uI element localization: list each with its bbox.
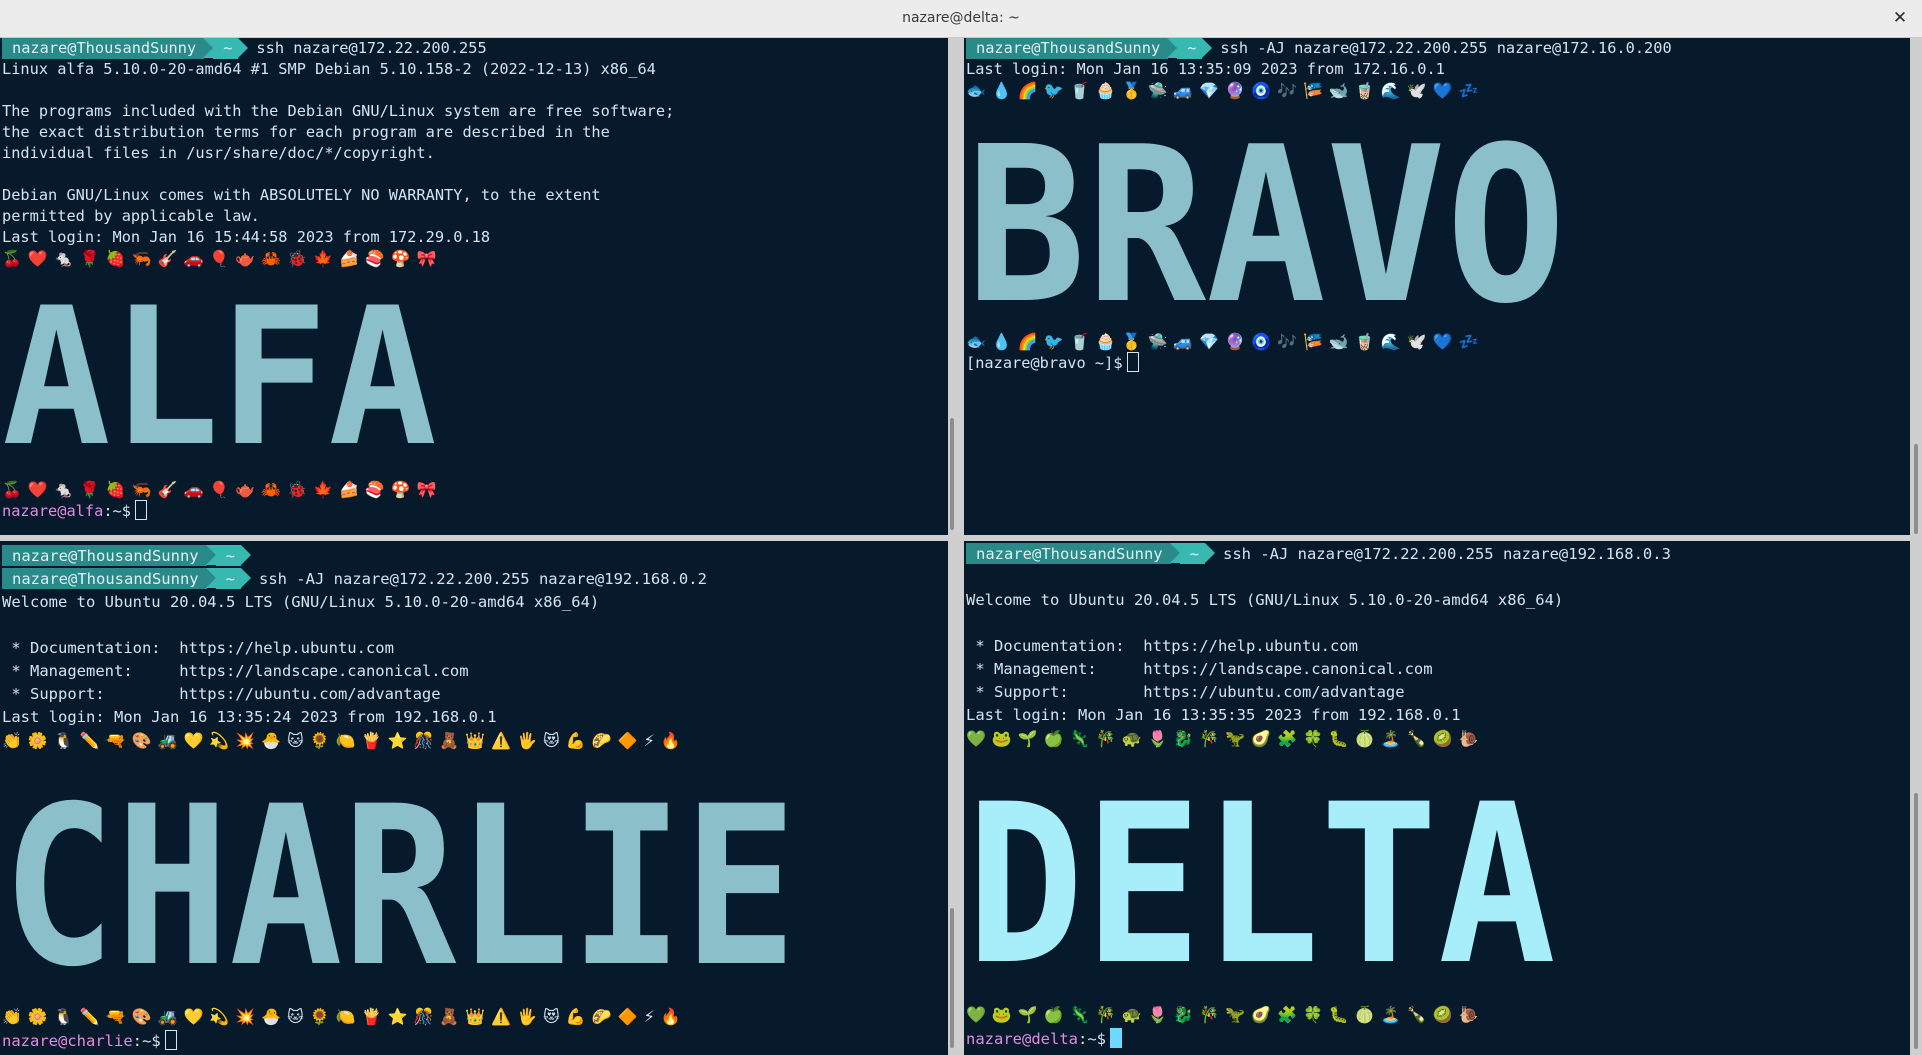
output-line: * Support: https://ubuntu.com/advantage xyxy=(2,685,441,703)
scrollbar-right[interactable] xyxy=(1910,38,1922,1055)
shell-prompt: nazare@charlie:~$ xyxy=(2,1030,948,1053)
prompt-dir-segment: ~ xyxy=(1177,38,1203,59)
banner-text: CHARLIE xyxy=(2,759,797,998)
window-title: nazare@delta: ~ xyxy=(902,10,1020,26)
cursor xyxy=(164,1030,177,1050)
output-line: * Documentation: https://help.ubuntu.com xyxy=(966,637,1358,655)
command-text: ssh -AJ nazare@172.22.200.255 nazare@192… xyxy=(1222,545,1671,563)
prompt-dir-segment: ~ xyxy=(215,545,241,566)
prompt-user-segment: nazare@ThousandSunny xyxy=(966,543,1171,564)
shell-prompt-text: [nazare@bravo ~]$ xyxy=(966,354,1123,372)
prompt-line: nazare@ThousandSunny ~ ssh nazare@172.22.2… xyxy=(2,38,948,59)
emoji-row: 🍒❤️🐁🌹🍓🦐🎸🚗🎈🫖🦀🐞🍁🍰🍣🍄🎀 xyxy=(2,480,443,499)
prompt-user-segment: nazare@ThousandSunny xyxy=(2,38,205,59)
banner-text: ALFA xyxy=(2,273,437,473)
powerline-arrow-icon xyxy=(203,38,214,58)
banner-text: BRAVO xyxy=(966,105,1566,325)
output-line: Last login: Mon Jan 16 13:35:35 2023 fro… xyxy=(966,706,1461,724)
emoji-row: 👏🌼🐧✏️🔫🎨🚜💛💫💥🐣🐱🌻🍋🍟⭐🎊🧸👑⚠️🖐️😻💪🌮🔶⚡🔥 xyxy=(2,1007,687,1026)
output-line: Debian GNU/Linux comes with ABSOLUTELY N… xyxy=(2,186,601,204)
emoji-row: 🐟💧🌈🐦🥤🧁🥇🛸🚙💎🔮🧿🎶🎏🐋🧋🌊🕊️💙💤 xyxy=(966,81,1485,100)
prompt-line: nazare@ThousandSunny ~ ssh -AJ nazare@172.… xyxy=(2,568,948,591)
powerline-arrow-icon xyxy=(240,568,251,588)
prompt-line: nazare@ThousandSunny ~ ssh -AJ nazare@172.… xyxy=(966,543,1910,566)
emoji-row: 💚🐸🌱🍏🦎🎋🐢🌷🐉🎋🦖🥑🧩🍀🐛🍈🏝️🍾🥝🐌 xyxy=(966,1005,1485,1024)
shell-prompt-user: nazare@charlie xyxy=(2,1032,133,1050)
output-line: * Management: https://landscape.canonica… xyxy=(966,660,1433,678)
terminal-pane-alfa[interactable]: nazare@ThousandSunny ~ ssh nazare@172.22.2… xyxy=(0,38,948,535)
powerline-arrow-icon xyxy=(1202,38,1213,58)
pane-divider-vertical[interactable] xyxy=(948,38,964,1055)
output-line: * Documentation: https://help.ubuntu.com xyxy=(2,639,394,657)
prompt-dir-segment: ~ xyxy=(1179,543,1205,564)
output-line: individual files in /usr/share/doc/*/cop… xyxy=(2,144,435,162)
output-line: * Management: https://landscape.canonica… xyxy=(2,662,469,680)
cursor xyxy=(134,500,147,520)
powerline-arrow-icon xyxy=(1169,543,1180,563)
powerline-arrow-icon xyxy=(205,568,216,588)
scrollbar-thumb[interactable] xyxy=(950,908,954,1048)
shell-prompt-tail: :~$ xyxy=(1077,1030,1106,1048)
output-line: Welcome to Ubuntu 20.04.5 LTS (GNU/Linux… xyxy=(966,591,1564,609)
banner-art: ALFA xyxy=(2,267,437,488)
powerline-arrow-icon xyxy=(240,545,251,565)
prompt-line: nazare@ThousandSunny ~ xyxy=(2,545,948,568)
powerline-arrow-icon xyxy=(238,38,249,58)
output-line: Last login: Mon Jan 16 13:35:09 2023 fro… xyxy=(966,60,1445,78)
emoji-row: 👏🌼🐧✏️🔫🎨🚜💛💫💥🐣🐱🌻🍋🍟⭐🎊🧸👑⚠️🖐️😻💪🌮🔶⚡🔥 xyxy=(2,731,687,750)
output-line: Last login: Mon Jan 16 15:44:58 2023 fro… xyxy=(2,228,491,246)
shell-prompt-tail: :~$ xyxy=(103,502,131,520)
command-text: ssh nazare@172.22.200.255 xyxy=(256,39,487,57)
scrollbar-thumb[interactable] xyxy=(1914,793,1918,1049)
output-line: * Support: https://ubuntu.com/advantage xyxy=(966,683,1405,701)
output-line: Linux alfa 5.10.0-20-amd64 #1 SMP Debian… xyxy=(2,60,656,78)
shell-prompt: nazare@delta:~$ xyxy=(966,1028,1910,1051)
prompt-dir-segment: ~ xyxy=(213,38,239,59)
emoji-row: 🐟💧🌈🐦🥤🧁🥇🛸🚙💎🔮🧿🎶🎏🐋🧋🌊🕊️💙💤 xyxy=(966,332,1485,351)
shell-prompt-user: nazare@alfa xyxy=(2,502,104,520)
banner-text: DELTA xyxy=(966,757,1556,996)
prompt-user-segment: nazare@ThousandSunny xyxy=(2,568,207,589)
powerline-arrow-icon xyxy=(1204,543,1215,563)
prompt-user-segment: nazare@ThousandSunny xyxy=(966,38,1169,59)
banner-art: CHARLIE xyxy=(2,759,797,1015)
prompt-dir-segment: ~ xyxy=(215,568,241,589)
prompt-user-segment: nazare@ThousandSunny xyxy=(2,545,207,566)
output-line: permitted by applicable law. xyxy=(2,207,260,225)
banner-art: BRAVO xyxy=(966,100,1566,351)
scrollbar-thumb[interactable] xyxy=(950,418,954,530)
powerline-arrow-icon xyxy=(1167,38,1178,58)
powerline-arrow-icon xyxy=(205,545,216,565)
command-text: ssh -AJ nazare@172.22.200.255 nazare@192… xyxy=(258,570,707,588)
cursor xyxy=(1109,1028,1122,1048)
output-line: The programs included with the Debian GN… xyxy=(2,102,675,120)
shell-prompt: nazare@alfa:~$ xyxy=(2,500,948,521)
close-icon[interactable]: ✕ xyxy=(1888,6,1912,30)
command-text: ssh -AJ nazare@172.22.200.255 nazare@172… xyxy=(1220,39,1672,57)
emoji-row: 💚🐸🌱🍏🦎🎋🐢🌷🐉🎋🦖🥑🧩🍀🐛🍈🏝️🍾🥝🐌 xyxy=(966,729,1485,748)
prompt-line: nazare@ThousandSunny ~ ssh -AJ nazare@172.… xyxy=(966,38,1910,59)
terminal-pane-delta[interactable]: nazare@ThousandSunny ~ ssh -AJ nazare@172.… xyxy=(964,541,1910,1055)
terminal-pane-charlie[interactable]: nazare@ThousandSunny ~ nazare@ThousandSun… xyxy=(0,541,948,1055)
emoji-row: 🍒❤️🐁🌹🍓🦐🎸🚗🎈🫖🦀🐞🍁🍰🍣🍄🎀 xyxy=(2,249,443,268)
shell-prompt-user: nazare@delta xyxy=(966,1030,1078,1048)
window-titlebar: nazare@delta: ~ ✕ xyxy=(0,0,1922,38)
output-line: Welcome to Ubuntu 20.04.5 LTS (GNU/Linux… xyxy=(2,593,600,611)
terminal-pane-bravo[interactable]: nazare@ThousandSunny ~ ssh -AJ nazare@172.… xyxy=(964,38,1910,535)
output-line: the exact distribution terms for each pr… xyxy=(2,123,610,141)
cursor xyxy=(1126,352,1139,372)
shell-prompt: [nazare@bravo ~]$ xyxy=(966,352,1910,373)
shell-prompt-tail: :~$ xyxy=(132,1032,161,1050)
output-line: Last login: Mon Jan 16 13:35:24 2023 fro… xyxy=(2,708,497,726)
banner-art: DELTA xyxy=(966,757,1556,1013)
scrollbar-thumb[interactable] xyxy=(1914,444,1918,534)
